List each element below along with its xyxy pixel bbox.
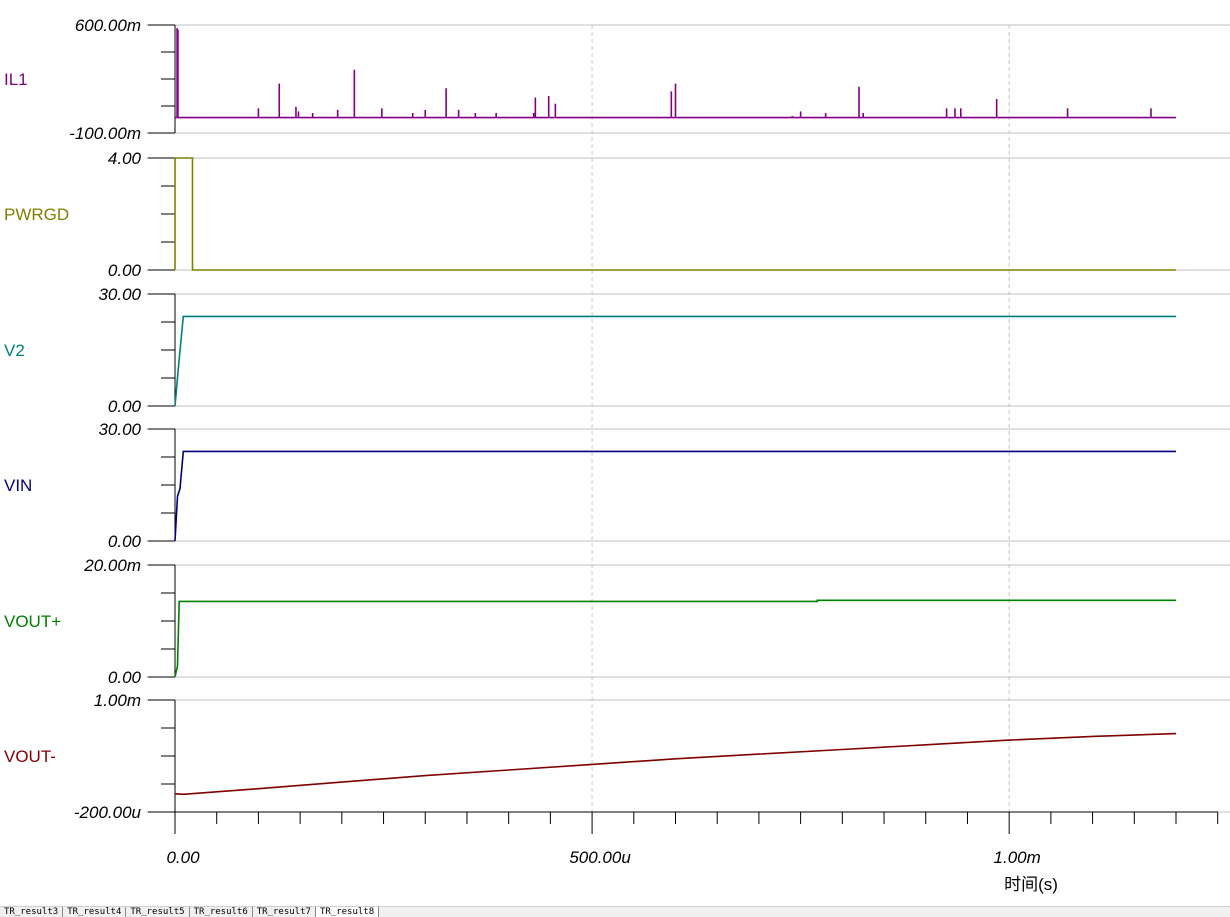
y-tick-label: -200.00u	[74, 803, 142, 822]
y-tick-label: 20.00m	[83, 556, 141, 575]
series-line	[174, 732, 1177, 796]
series-line	[174, 599, 1176, 678]
panel-pwrgd: 4.00 0.00 PWRGD	[4, 149, 1230, 280]
panels: 600.00m -100.00m IL1 4.00 0.00 PWRGD 30.00 0.00…	[4, 16, 1230, 822]
panel-vout-: 20.00m 0.00 VOUT+	[4, 556, 1230, 687]
panel-il1: 600.00m -100.00m IL1	[4, 16, 1230, 143]
y-tick-label: 0.00	[108, 397, 142, 416]
y-tick-label: 0.00	[108, 261, 142, 280]
x-tick-label: 0.00	[166, 848, 200, 867]
y-tick-label: 30.00	[98, 420, 141, 439]
transient-plot: 600.00m -100.00m IL1 4.00 0.00 PWRGD 30.00 0.00…	[4, 16, 1230, 894]
trace-label: PWRGD	[4, 205, 69, 224]
y-tick-label: 4.00	[108, 149, 142, 168]
y-tick-label: -100.00m	[69, 124, 141, 143]
x-tick-label: 500.00u	[569, 848, 631, 867]
panel-vout-: 1.00m -200.00u VOUT-	[4, 691, 1230, 822]
panel-vin: 30.00 0.00 VIN	[4, 420, 1230, 551]
trace-label: VOUT-	[4, 747, 56, 766]
y-tick-label: 1.00m	[94, 691, 141, 710]
y-tick-label: 0.00	[108, 532, 142, 551]
y-tick-label: 30.00	[98, 285, 141, 304]
x-axis-title: 时间(s)	[1004, 875, 1058, 894]
series-line	[174, 450, 1176, 542]
result-tab-bar: TR_result3 TR_result4 TR_result5 TR_result6…	[0, 906, 1230, 917]
trace-label: VOUT+	[4, 612, 61, 631]
y-tick-label: 0.00	[108, 668, 142, 687]
trace-label: IL1	[4, 70, 28, 89]
y-tick-label: 600.00m	[75, 16, 141, 35]
series-line	[174, 315, 1176, 407]
series-line	[174, 157, 1176, 271]
trace-label: VIN	[4, 476, 32, 495]
x-tick-label: 1.00m	[994, 848, 1041, 867]
x-axis: 0.00 500.00u 1.00m 时间(s)	[166, 811, 1219, 894]
trace-label: V2	[4, 341, 25, 360]
panel-v2: 30.00 0.00 V2	[4, 285, 1230, 416]
grid	[591, 25, 1010, 812]
